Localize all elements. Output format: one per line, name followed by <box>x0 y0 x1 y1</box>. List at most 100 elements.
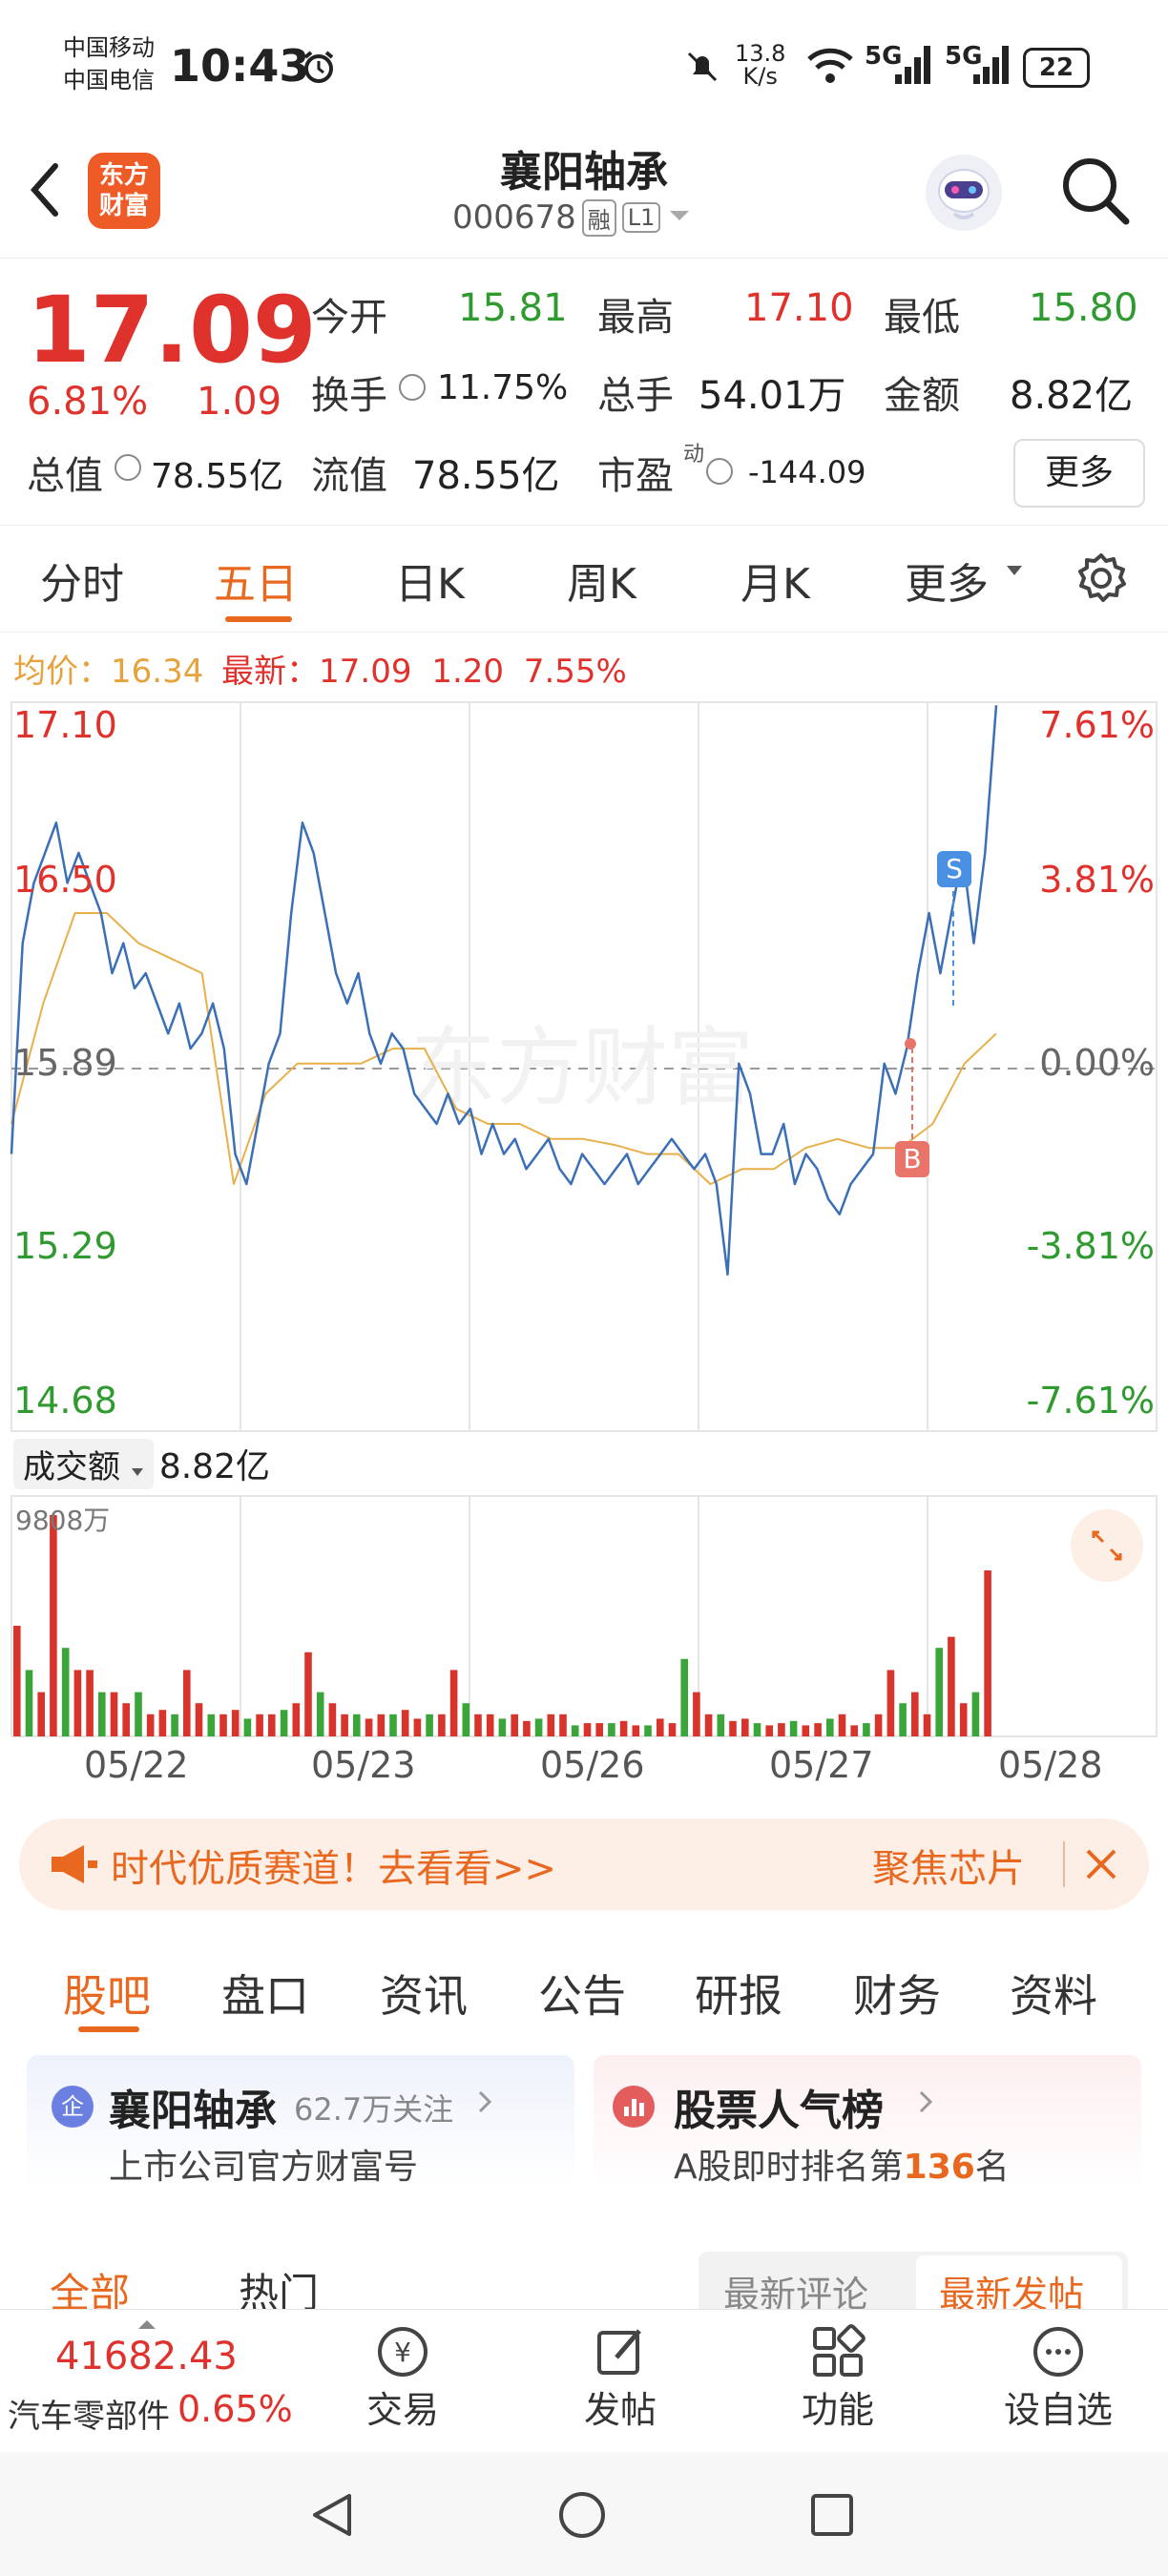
volume-bar <box>183 1670 191 1736</box>
tab-profile[interactable]: 资料 <box>1010 1962 1097 2025</box>
sort-latest-comment[interactable]: 最新评论 <box>723 2265 868 2309</box>
tab-more[interactable]: 更多 <box>905 550 989 611</box>
close-icon[interactable] <box>1080 1843 1122 1885</box>
robot-assistant-icon[interactable] <box>920 149 1008 237</box>
banner-right-text: 聚焦芯片 <box>872 1847 1025 1891</box>
y-tick-right: 7.61% <box>1039 704 1155 746</box>
volume-bar <box>789 1720 798 1736</box>
promo-banner[interactable]: 时代优质赛道！去看看>> 聚焦芯片 <box>19 1818 1149 1910</box>
stock-code-row[interactable]: 000678 融 L1 <box>452 198 691 237</box>
volume-chart-svg <box>10 1495 1158 1737</box>
back-icon[interactable] <box>21 156 69 223</box>
volume-bar <box>98 1692 106 1736</box>
volume-bar <box>73 1670 82 1736</box>
y-tick-right: -7.61% <box>1026 1380 1155 1422</box>
caret-up-icon <box>137 2316 156 2334</box>
volume-max-label: 9808万 <box>15 1505 111 1536</box>
float-value: 78.55亿 <box>412 454 560 498</box>
volume-bar <box>146 1714 155 1736</box>
volume-bar <box>826 1718 834 1736</box>
back-triangle-icon[interactable] <box>307 2490 357 2540</box>
trade-button[interactable]: ¥ 交易 <box>353 2323 452 2433</box>
tab-order-book[interactable]: 盘口 <box>221 1962 309 2025</box>
volume-bar <box>207 1714 216 1736</box>
volume-type-dropdown[interactable]: 成交额 <box>13 1438 154 1489</box>
last-label: 最新： <box>221 653 320 691</box>
tab-news[interactable]: 资讯 <box>380 1962 468 2025</box>
high-value: 17.10 <box>744 286 854 330</box>
settings-gear-icon[interactable] <box>1073 550 1130 607</box>
info-icon[interactable] <box>399 374 426 401</box>
x-tick: 05/26 <box>540 1744 645 1786</box>
volume-bar <box>704 1714 713 1736</box>
tab-intraday[interactable]: 分时 <box>40 550 124 611</box>
feed-tab-hot[interactable]: 热门 <box>239 2261 319 2309</box>
volume-label: 总手 <box>597 374 674 418</box>
stock-header: 东方 财富 襄阳轴承 000678 融 L1 <box>0 134 1168 259</box>
volume-bar <box>753 1723 761 1736</box>
sector-index-value[interactable]: 41682.43 <box>55 2335 238 2379</box>
banner-text: 时代优质赛道！去看看>> <box>111 1847 557 1891</box>
volume-bar <box>523 1720 531 1736</box>
last-change: 1.20 <box>431 653 505 691</box>
volume-chart[interactable]: 9808万 <box>0 1494 1168 1738</box>
popularity-card[interactable]: 股票人气榜 A股即时排名第136名 <box>594 2055 1141 2189</box>
search-icon[interactable] <box>1057 153 1134 229</box>
alarm-icon <box>302 50 336 84</box>
volume-bar <box>948 1636 955 1736</box>
expand-icon[interactable] <box>1071 1509 1143 1582</box>
info-icon[interactable] <box>706 458 733 485</box>
buy-marker[interactable]: B <box>895 1141 929 1177</box>
volume-bar <box>959 1703 968 1736</box>
volume-bar <box>814 1723 822 1736</box>
tab-finance[interactable]: 财务 <box>853 1962 941 2025</box>
chart-tabs: 分时 五日 日K 周K 月K 更多 <box>0 525 1168 633</box>
add-watchlist-button[interactable]: 设自选 <box>998 2323 1118 2433</box>
popularity-subtitle: A股即时排名第136名 <box>674 2148 1010 2187</box>
volume-bar <box>37 1692 45 1736</box>
volume-bar <box>280 1710 288 1736</box>
home-circle-icon[interactable] <box>557 2490 607 2540</box>
tab-monthly-k[interactable]: 月K <box>740 550 810 611</box>
volume-bar <box>268 1714 276 1736</box>
volume-bar <box>619 1720 628 1736</box>
tab-announcements[interactable]: 公告 <box>538 1962 626 2025</box>
volume-bar <box>426 1714 433 1736</box>
popularity-title: 股票人气榜 <box>674 2087 884 2135</box>
company-card[interactable]: 企 襄阳轴承 62.7万关注 上市公司官方财富号 <box>27 2055 574 2189</box>
tab-research[interactable]: 研报 <box>695 1962 782 2025</box>
battery-level: 22 <box>1023 48 1090 88</box>
y-tick-left: 15.29 <box>13 1225 117 1267</box>
x-tick: 05/27 <box>769 1744 874 1786</box>
tab-five-day[interactable]: 五日 <box>214 550 298 611</box>
sell-marker[interactable]: S <box>937 851 971 887</box>
info-icon[interactable] <box>115 454 141 481</box>
sort-latest-post[interactable]: 最新发帖 <box>939 2265 1084 2309</box>
x-axis: 05/22 05/23 05/26 05/27 05/28 <box>0 1744 1168 1792</box>
y-tick-left: 15.89 <box>13 1042 117 1084</box>
change-percent: 6.81% <box>27 380 149 424</box>
more-button[interactable]: 更多 <box>1013 439 1145 508</box>
feed-tab-all[interactable]: 全部 <box>50 2261 130 2309</box>
price-chart[interactable]: 东方财富 17.10 16.50 15.89 15.29 14.68 7.61%… <box>0 696 1168 1433</box>
recents-square-icon[interactable] <box>807 2490 857 2540</box>
company-icon: 企 <box>52 2086 94 2128</box>
chart-info-line: 均价：16.34 最新：17.09 1.20 7.55% <box>13 645 627 692</box>
volume-header: 成交额 8.82亿 <box>13 1438 270 1489</box>
tab-guba[interactable]: 股吧 <box>63 1962 151 2025</box>
sector-name: 汽车零部件 <box>8 2398 170 2436</box>
function-button[interactable]: 功能 <box>788 2323 887 2433</box>
volume-bar <box>122 1703 130 1736</box>
volume-bar <box>474 1714 482 1736</box>
tab-daily-k[interactable]: 日K <box>395 550 465 611</box>
post-button[interactable]: 发帖 <box>571 2323 670 2433</box>
edit-icon <box>592 2323 649 2380</box>
volume-bar <box>632 1725 640 1736</box>
tab-weekly-k[interactable]: 周K <box>567 550 636 611</box>
watermark: 东方财富 <box>410 1018 754 1118</box>
volume-bar <box>668 1723 677 1736</box>
volume-bar <box>195 1703 203 1736</box>
volume-bar <box>886 1670 895 1736</box>
trade-icon: ¥ <box>374 2323 431 2380</box>
volume-bar <box>693 1692 700 1736</box>
